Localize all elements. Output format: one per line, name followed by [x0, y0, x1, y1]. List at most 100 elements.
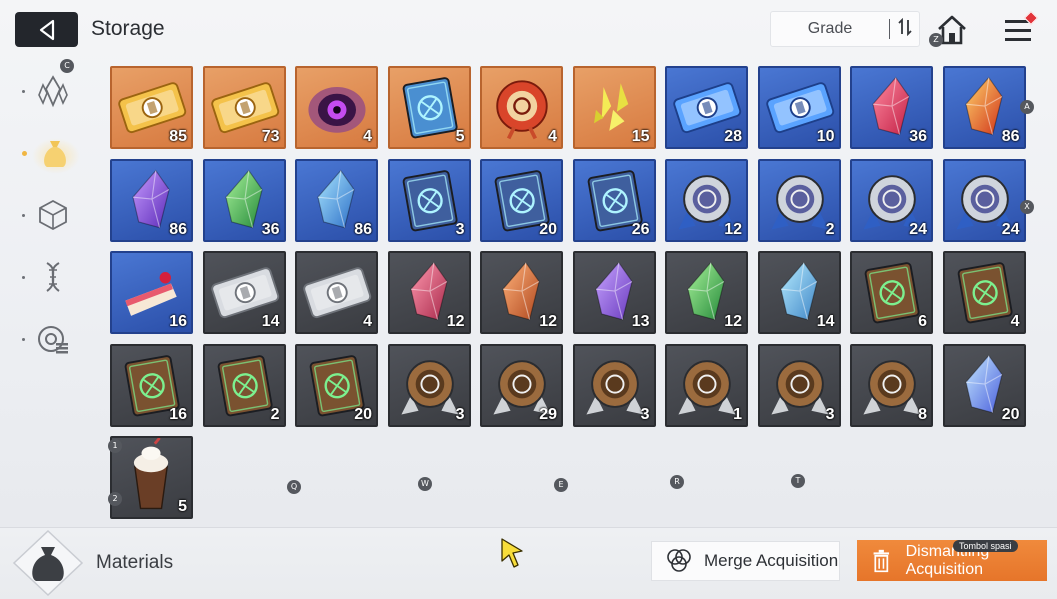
item-count: 2	[825, 220, 835, 238]
inventory-item[interactable]: 85	[110, 66, 193, 149]
inventory-item[interactable]: 12	[480, 251, 563, 334]
item-count: 26	[631, 220, 650, 238]
item-count: 20	[539, 220, 557, 238]
inventory-item[interactable]: 12	[665, 251, 748, 334]
inventory-item[interactable]: 36	[850, 66, 933, 149]
sidebar-item-cubes[interactable]	[22, 190, 88, 240]
inventory-item[interactable]: 14	[757, 251, 841, 334]
item-count: 5	[178, 498, 187, 515]
inventory-item[interactable]: 20	[942, 343, 1026, 427]
inventory-item[interactable]: 73	[202, 66, 286, 149]
inventory-item[interactable]: 86	[942, 66, 1026, 149]
item-count: 20	[354, 405, 372, 423]
merge-acquisition-button[interactable]: Merge Acquisition	[651, 541, 840, 581]
inventory-item[interactable]: 2	[757, 158, 841, 242]
inventory-item[interactable]: 3	[387, 158, 471, 242]
item-count: 73	[261, 128, 280, 145]
sort-toggle-icon[interactable]	[890, 17, 919, 40]
material-bag-icon	[12, 529, 84, 597]
item-count: 3	[825, 405, 835, 423]
item-count: 12	[724, 313, 742, 330]
item-count: 4	[363, 313, 372, 330]
item-count: 85	[169, 128, 187, 145]
inventory-item[interactable]: 3	[757, 343, 841, 427]
item-count: 15	[631, 128, 650, 145]
category-label: Materials	[96, 552, 174, 573]
inventory-item[interactable]: 29	[480, 343, 563, 427]
sidebar-item-crystals[interactable]	[22, 66, 88, 116]
inventory-item[interactable]: 36	[202, 158, 286, 242]
inventory-item[interactable]: 5	[387, 66, 471, 149]
inventory-item[interactable]: 3	[572, 343, 656, 427]
dismantling-acquisition-button[interactable]: Dismantling Acquisition	[857, 540, 1047, 581]
hotkey-badge: 2	[108, 492, 122, 506]
item-count: 16	[169, 313, 187, 330]
inventory-item[interactable]: 86	[295, 158, 378, 242]
module-chip-icon	[38, 326, 68, 354]
inventory-item[interactable]: 1	[665, 343, 748, 427]
item-grid: 85 73 4 5 4 15 28 10 36 86 86 36 86 3 20…	[110, 66, 1026, 519]
item-count: 4	[1010, 313, 1020, 330]
inventory-item[interactable]: 16	[110, 343, 193, 427]
item-count: 2	[270, 405, 280, 423]
page-title: Storage	[91, 17, 165, 40]
item-count: 16	[169, 405, 187, 423]
back-button[interactable]	[15, 12, 78, 47]
grade-label: Grade	[807, 20, 853, 37]
inventory-item[interactable]: 3	[387, 343, 471, 427]
inventory-item[interactable]: 16	[110, 251, 193, 334]
item-count: 36	[909, 128, 927, 145]
item-count: 10	[816, 128, 835, 145]
inventory-item[interactable]: 4	[295, 251, 378, 334]
hotkey-badge: Z	[929, 33, 943, 47]
item-count: 8	[918, 405, 927, 423]
inventory-item[interactable]: 10	[757, 66, 841, 149]
hotkey-badge: Q	[287, 480, 301, 494]
item-count: 1	[733, 405, 742, 423]
inventory-item[interactable]: 20	[295, 343, 378, 427]
dna-icon	[46, 262, 60, 292]
sidebar-item-dna[interactable]	[22, 252, 88, 302]
sidebar-item-materials[interactable]	[22, 128, 88, 178]
inventory-item[interactable]: 13	[572, 251, 656, 334]
sidebar-item-modules[interactable]	[22, 314, 88, 364]
side-dot	[22, 89, 25, 93]
item-count: 4	[363, 128, 372, 145]
inventory-item[interactable]: 4	[295, 66, 378, 149]
hotkey-badge: T	[791, 474, 805, 488]
inventory-item[interactable]: 28	[665, 66, 748, 149]
item-count: 13	[631, 313, 650, 330]
item-count: 5	[455, 128, 465, 145]
hotkey-badge: A	[1020, 100, 1034, 114]
inventory-item[interactable]: 15	[572, 66, 656, 149]
inventory-item[interactable]: 24	[850, 158, 933, 242]
inventory-item[interactable]: 4	[942, 251, 1026, 334]
item-count: 24	[909, 220, 927, 238]
mouse-cursor-icon	[501, 538, 523, 568]
menu-button[interactable]	[1001, 10, 1039, 48]
inventory-item[interactable]: 5	[110, 436, 193, 519]
keybind-tooltip: Tombol spasi	[953, 540, 1018, 552]
hotkey-badge: R	[670, 475, 684, 489]
inventory-item[interactable]: 6	[850, 251, 933, 334]
item-count: 28	[724, 128, 742, 145]
inventory-item[interactable]: 14	[202, 251, 286, 334]
side-dot	[22, 275, 25, 279]
side-dot	[22, 213, 25, 217]
item-count: 4	[548, 128, 557, 145]
inventory-item[interactable]: 2	[202, 343, 286, 427]
inventory-item[interactable]: 20	[480, 158, 563, 242]
side-dot	[22, 337, 25, 341]
inventory-item[interactable]: 26	[572, 158, 656, 242]
item-count: 14	[816, 313, 835, 330]
inventory-item[interactable]: 12	[665, 158, 748, 242]
inventory-item[interactable]: 12	[387, 251, 471, 334]
cube-icon	[39, 199, 67, 231]
inventory-item[interactable]: 4	[480, 66, 563, 149]
item-count: 3	[640, 405, 650, 423]
grade-sort-dropdown[interactable]: Grade	[770, 11, 920, 47]
inventory-item[interactable]: 24	[942, 158, 1026, 242]
item-count: 6	[918, 313, 927, 330]
inventory-item[interactable]: 8	[850, 343, 933, 427]
inventory-item[interactable]: 86	[110, 158, 193, 242]
